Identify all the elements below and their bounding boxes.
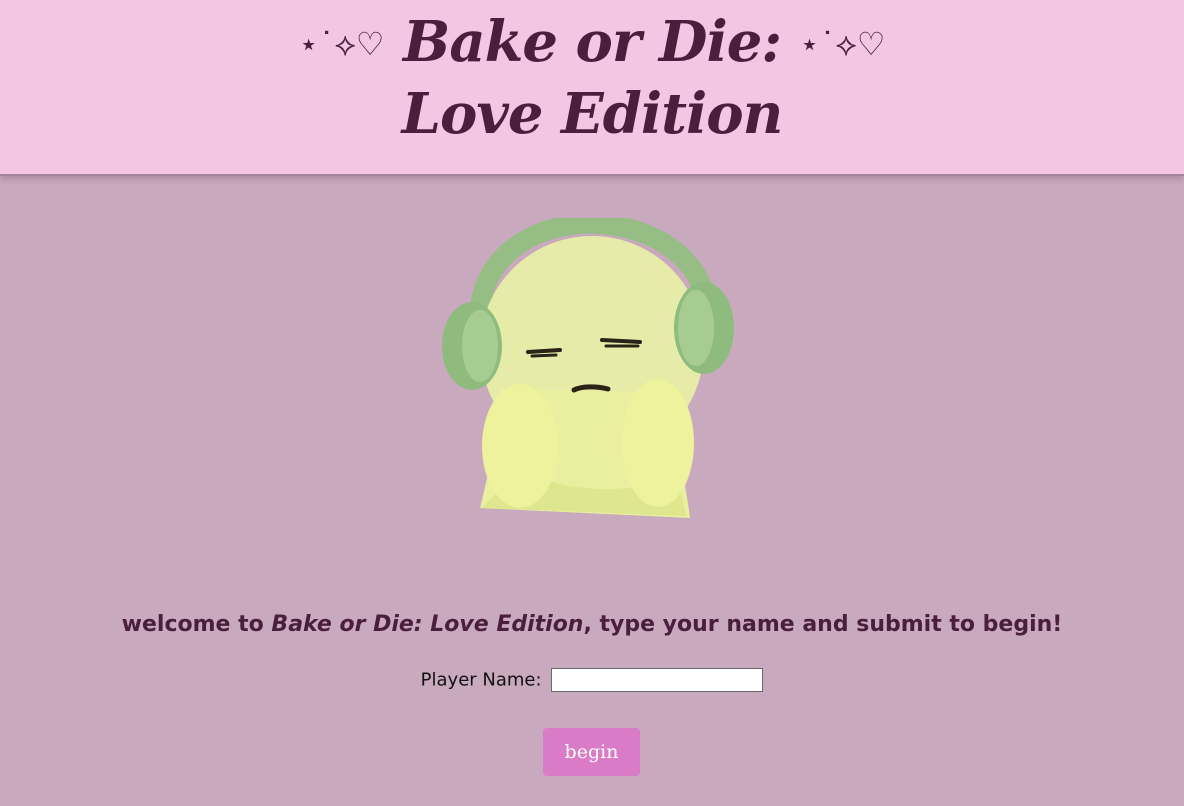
title-decoration-left: ⋆˙⟡♡: [298, 25, 385, 63]
player-name-label: Player Name:: [420, 669, 542, 691]
headphones-character-image: [442, 218, 734, 518]
title-line-1: ⋆˙⟡♡ Bake or Die: ⋆˙⟡♡: [0, 10, 1184, 76]
welcome-game-name: Bake or Die: Love Edition: [271, 612, 584, 637]
begin-button[interactable]: begin: [543, 728, 640, 776]
welcome-message: welcome to Bake or Die: Love Edition, ty…: [0, 612, 1184, 637]
player-name-row: Player Name:: [0, 668, 1184, 692]
welcome-prefix: welcome to: [121, 612, 272, 637]
page-title: Bake or Die:: [402, 9, 782, 75]
player-name-input[interactable]: [551, 668, 764, 692]
title-decoration-right: ⋆˙⟡♡: [799, 25, 886, 63]
welcome-suffix: , type your name and submit to begin!: [583, 612, 1063, 637]
page-subtitle: Love Edition: [401, 81, 784, 147]
page-header: ⋆˙⟡♡ Bake or Die: ⋆˙⟡♡ Love Edition: [0, 0, 1184, 176]
